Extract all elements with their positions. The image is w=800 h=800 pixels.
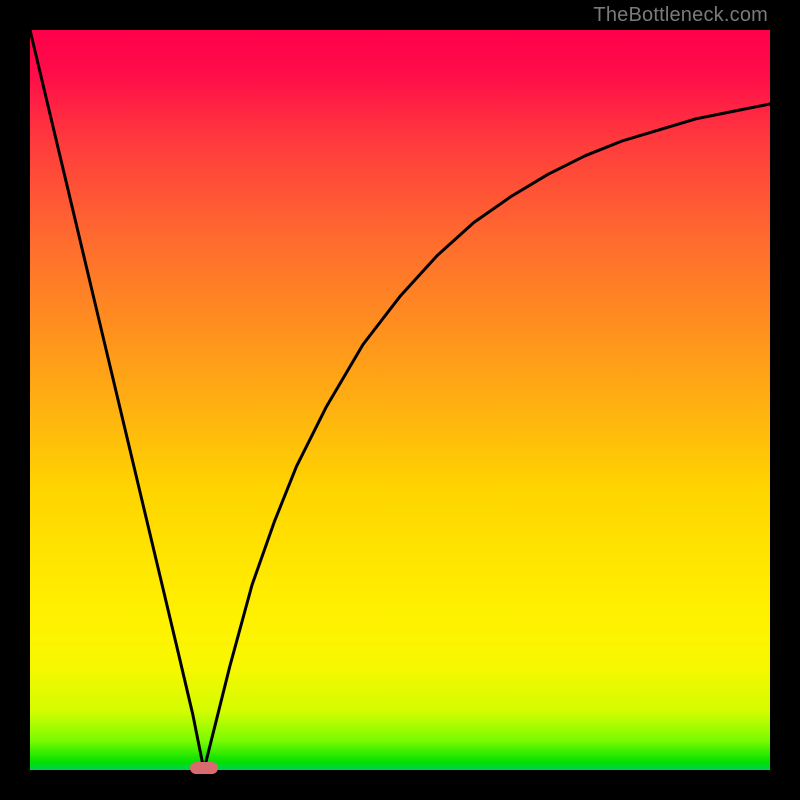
curve-svg xyxy=(30,30,770,770)
curve-path xyxy=(30,30,770,770)
minimum-marker xyxy=(190,762,218,774)
watermark-text: TheBottleneck.com xyxy=(593,4,768,27)
chart-frame: TheBottleneck.com xyxy=(0,0,800,800)
plot-area xyxy=(30,30,770,770)
